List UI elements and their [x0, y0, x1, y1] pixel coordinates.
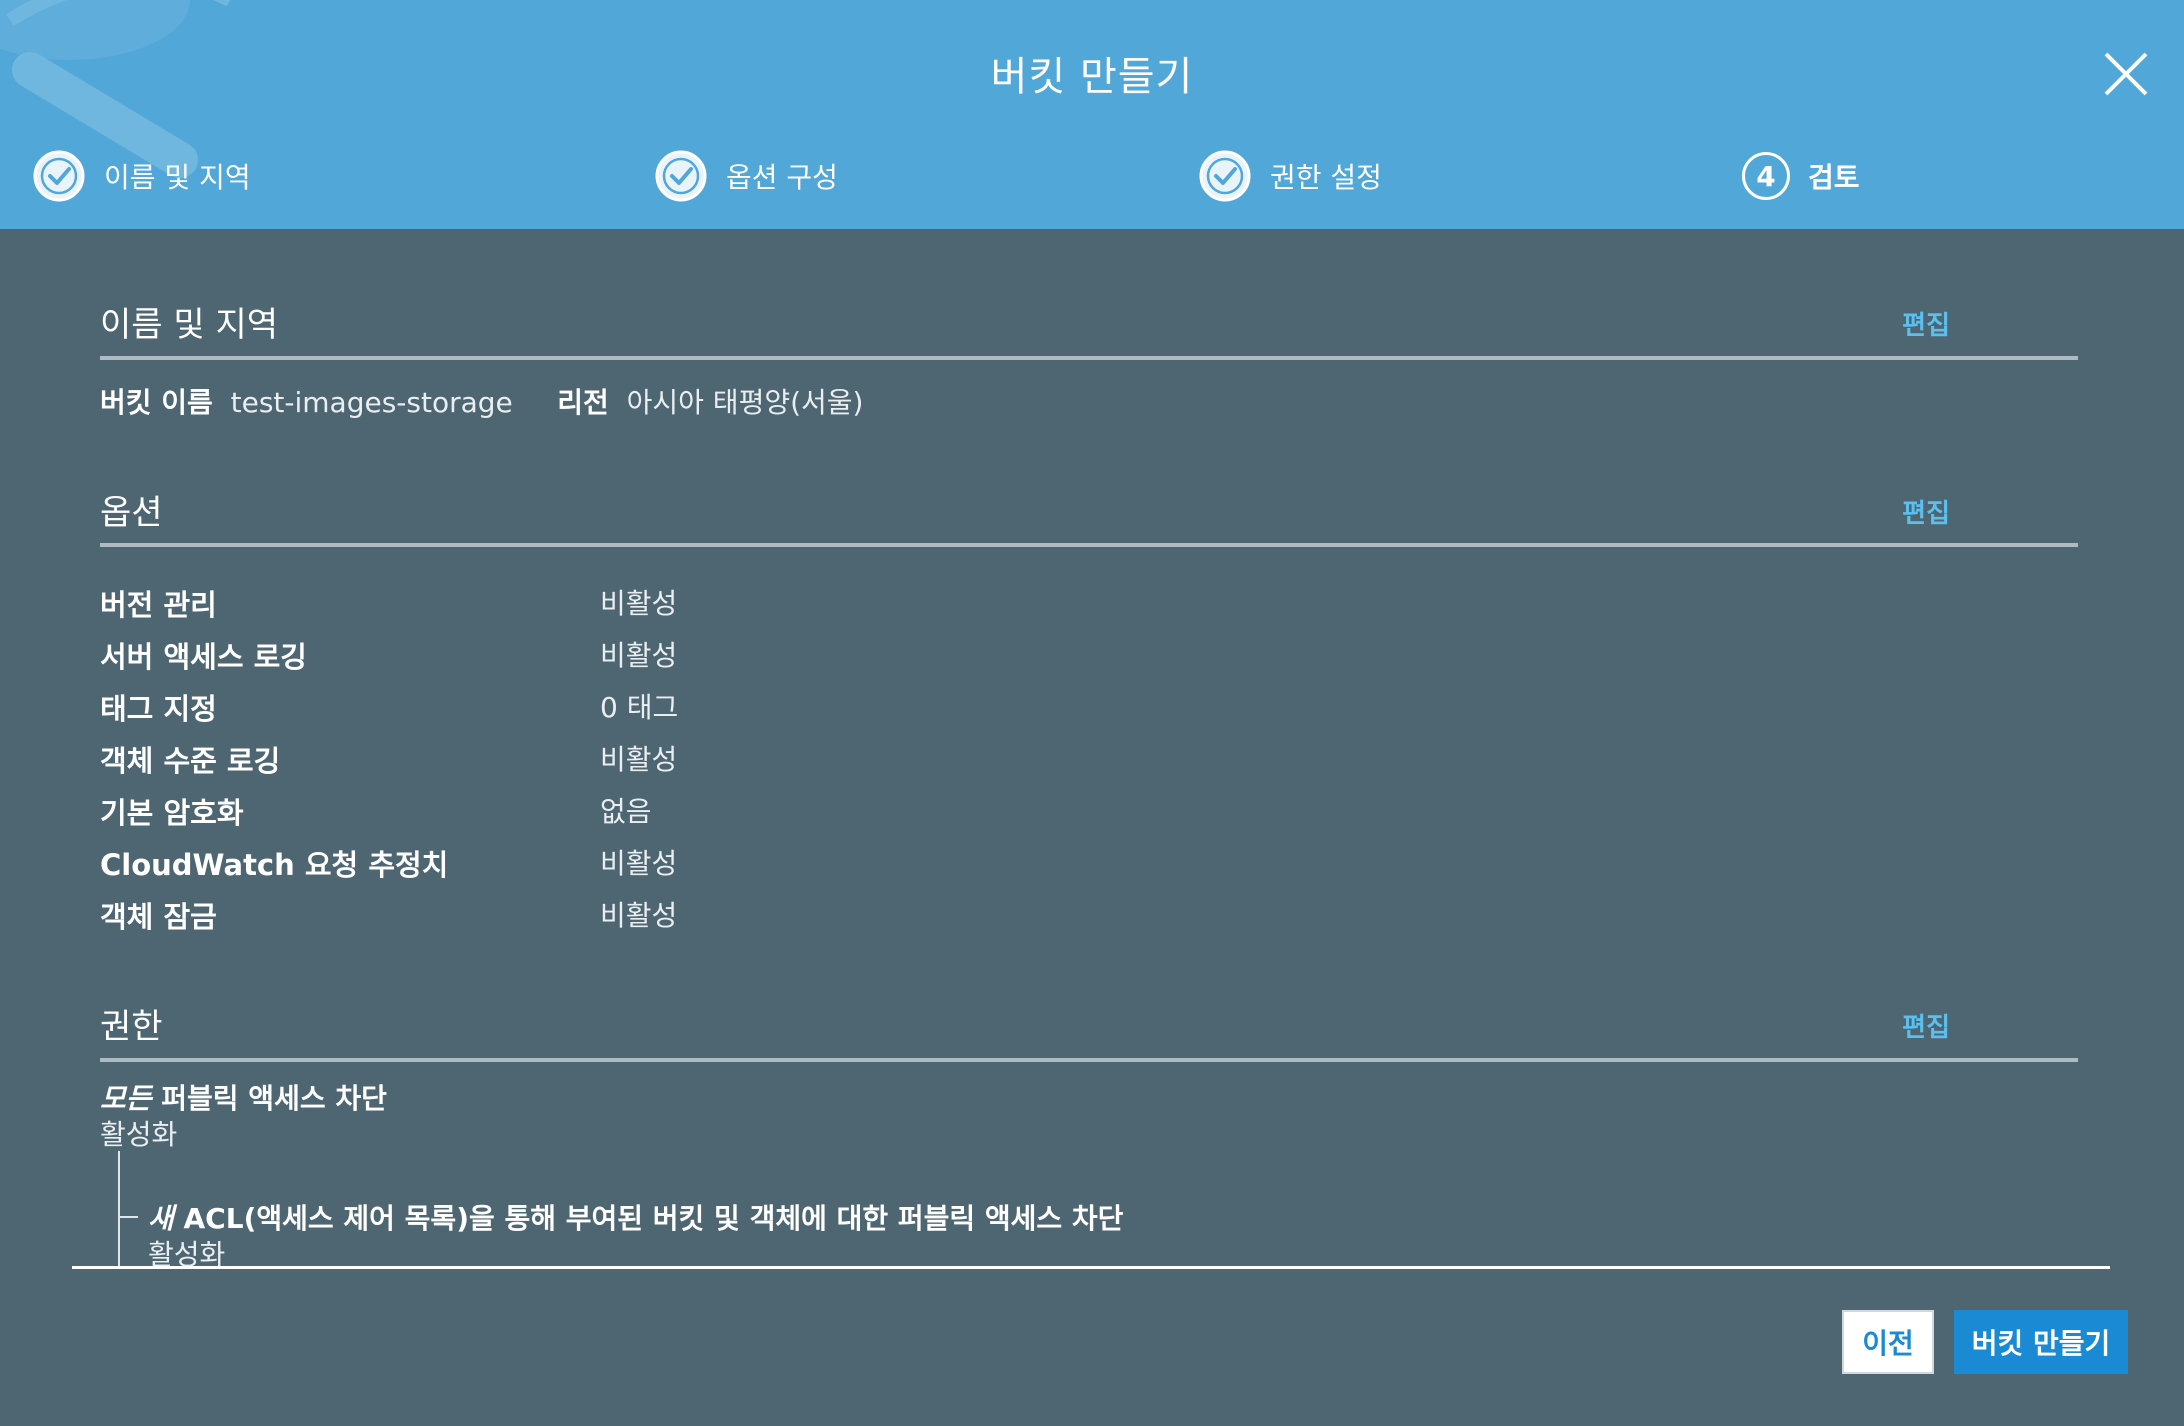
option-label: 버전 관리 [100, 588, 217, 622]
option-row: CloudWatch 요청 추정치 비활성 [100, 842, 1500, 886]
bucket-name-value: test-images-storage [230, 386, 513, 419]
dialog-title: 버킷 만들기 [990, 54, 1194, 100]
footer-divider [72, 1266, 2110, 1269]
bucket-name-label: 버킷 이름 [100, 386, 213, 419]
option-value: 없음 [600, 795, 652, 828]
region-label: 리전 [557, 386, 609, 419]
option-label: 기본 암호화 [100, 796, 244, 830]
option-row: 객체 수준 로깅 비활성 [100, 738, 1500, 782]
step-number-badge: 4 [1742, 152, 1790, 200]
emphasis-text: 모든 [100, 1082, 152, 1115]
option-value: 비활성 [600, 587, 678, 620]
region-value: 아시아 태평양(서울) [626, 386, 864, 419]
block-new-acl-title: 새 ACL(액세스 제어 목록)을 통해 부여된 버킷 및 객체에 대한 퍼블릭… [148, 1197, 1123, 1237]
step-name-region[interactable]: 이름 및 지역 [32, 148, 251, 204]
emphasis-text: 새 [148, 1202, 174, 1235]
section-name-region-header: 이름 및 지역 편집 [100, 297, 2080, 357]
step-label: 권한 설정 [1270, 161, 1382, 194]
review-content: 이름 및 지역 편집 버킷 이름 test-images-storage 리전 … [0, 229, 2184, 1269]
step-label: 옵션 구성 [726, 161, 838, 194]
check-circle-icon [1199, 150, 1251, 202]
block-all-public-access-value: 활성화 [100, 1118, 178, 1151]
check-circle-icon [33, 150, 85, 202]
option-row: 객체 잠금 비활성 [100, 894, 1500, 938]
option-value: 비활성 [600, 639, 678, 672]
edit-options-link[interactable]: 편집 [1902, 493, 1950, 530]
section-divider [100, 356, 2078, 360]
step-permissions[interactable]: 권한 설정 [1198, 148, 1382, 204]
dialog-header: 버킷 만들기 이름 및 지역 옵션 구성 권한 설정 4 검토 [0, 0, 2184, 229]
section-divider [100, 543, 2078, 547]
tree-connector-horizontal [118, 1216, 138, 1218]
create-bucket-button[interactable]: 버킷 만들기 [1954, 1310, 2128, 1374]
option-value: 비활성 [600, 899, 678, 932]
block-new-acl-value: 활성화 [148, 1238, 226, 1269]
block-all-public-access-title: 모든 퍼블릭 액세스 차단 [100, 1077, 387, 1117]
option-row: 기본 암호화 없음 [100, 790, 1500, 834]
previous-button[interactable]: 이전 [1842, 1310, 1934, 1374]
option-label: CloudWatch 요청 추정치 [100, 848, 449, 882]
step-options[interactable]: 옵션 구성 [654, 148, 838, 204]
section-title: 이름 및 지역 [100, 305, 279, 345]
section-divider [100, 1058, 2078, 1062]
edit-name-region-link[interactable]: 편집 [1902, 305, 1950, 342]
section-title: 옵션 [100, 493, 163, 533]
check-circle-icon [655, 150, 707, 202]
bucket-summary: 버킷 이름 test-images-storage 리전 아시아 태평양(서울) [100, 381, 863, 421]
perm-title-text: 퍼블릭 액세스 차단 [151, 1082, 387, 1115]
section-title: 권한 [100, 1007, 163, 1047]
step-label: 검토 [1808, 161, 1860, 194]
option-label: 서버 액세스 로깅 [100, 640, 307, 674]
perm-title-text: ACL(액세스 제어 목록)을 통해 부여된 버킷 및 객체에 대한 퍼블릭 액… [173, 1202, 1124, 1235]
option-value: 비활성 [600, 847, 678, 880]
option-value: 0 태그 [600, 691, 679, 724]
edit-permissions-link[interactable]: 편집 [1902, 1007, 1950, 1044]
section-options-header: 옵션 편집 [100, 485, 2080, 545]
section-permissions-header: 권한 편집 [100, 999, 2080, 1059]
option-label: 태그 지정 [100, 692, 217, 726]
wizard-steps: 이름 및 지역 옵션 구성 권한 설정 4 검토 [0, 148, 2184, 208]
option-row: 버전 관리 비활성 [100, 582, 1500, 626]
option-label: 객체 수준 로깅 [100, 744, 281, 778]
option-label: 객체 잠금 [100, 900, 217, 934]
tree-connector-vertical [118, 1151, 120, 1269]
step-review[interactable]: 4 검토 [1742, 148, 1860, 204]
option-row: 태그 지정 0 태그 [100, 686, 1500, 730]
close-icon[interactable] [2100, 48, 2152, 100]
step-label: 이름 및 지역 [104, 161, 251, 194]
option-value: 비활성 [600, 743, 678, 776]
option-row: 서버 액세스 로깅 비활성 [100, 634, 1500, 678]
